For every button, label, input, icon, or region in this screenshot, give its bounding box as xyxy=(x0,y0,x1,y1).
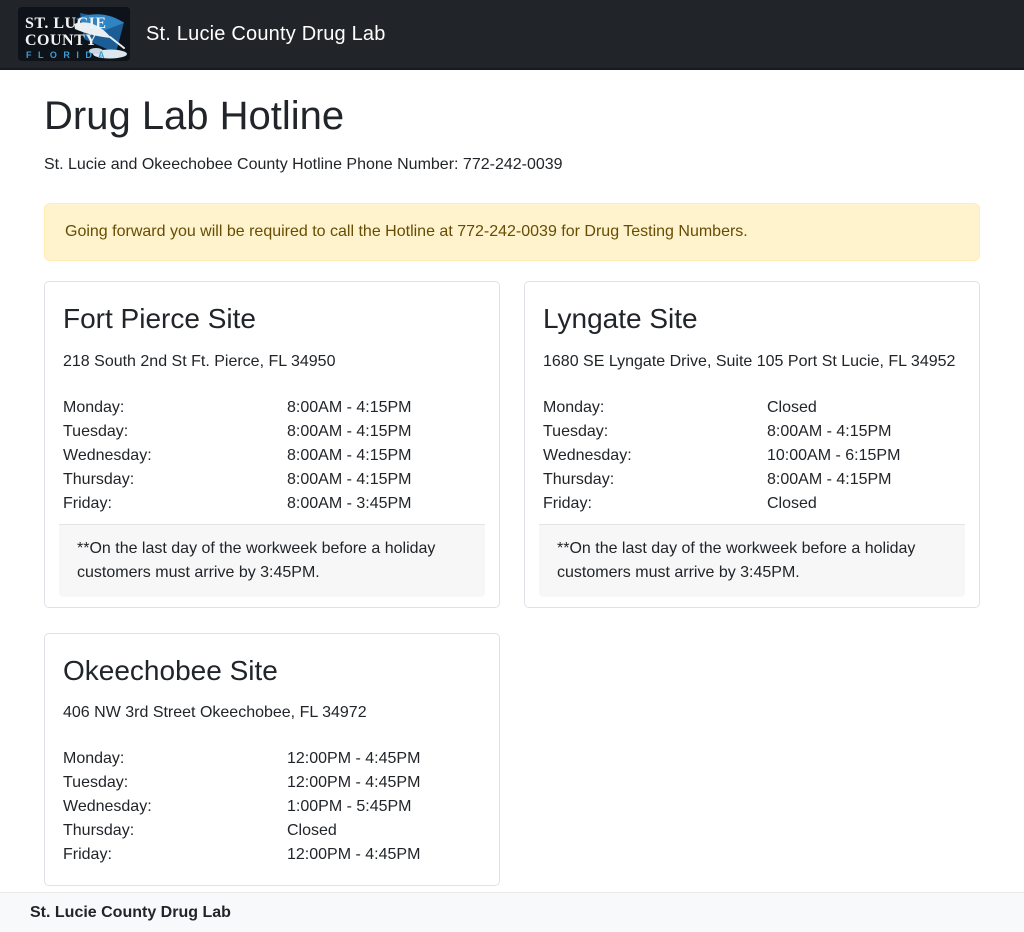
site-title: Okeechobee Site xyxy=(63,654,481,688)
hours-day: Tuesday: xyxy=(63,771,287,795)
hours-time: 12:00PM - 4:45PM xyxy=(287,843,481,867)
hours-day: Friday: xyxy=(63,843,287,867)
hours-day: Thursday: xyxy=(63,468,287,492)
site-cards-grid: Fort Pierce Site 218 South 2nd St Ft. Pi… xyxy=(44,281,980,886)
site-title: Lyngate Site xyxy=(543,302,961,336)
hours-day: Thursday: xyxy=(63,819,287,843)
hours-row: Friday: Closed xyxy=(543,492,961,516)
logo-text-line1: St. Lucie xyxy=(25,15,107,32)
page-title: Drug Lab Hotline xyxy=(44,92,980,140)
holiday-note: **On the last day of the workweek before… xyxy=(59,524,485,597)
navbar-brand-link[interactable]: St. Lucie County F L O R I D A St. Lucie… xyxy=(18,7,386,61)
site-address: 218 South 2nd St Ft. Pierce, FL 34950 xyxy=(63,350,481,374)
hours-time: Closed xyxy=(767,492,961,516)
holiday-note: **On the last day of the workweek before… xyxy=(539,524,965,597)
main-content: Drug Lab Hotline St. Lucie and Okeechobe… xyxy=(0,70,1024,892)
hours-day: Friday: xyxy=(63,492,287,516)
hours-table: Monday: 12:00PM - 4:45PM Tuesday: 12:00P… xyxy=(63,747,481,867)
county-logo: St. Lucie County F L O R I D A xyxy=(18,7,130,61)
hours-row: Monday: Closed xyxy=(543,396,961,420)
hours-row: Monday: 12:00PM - 4:45PM xyxy=(63,747,481,771)
logo-text-line3: F L O R I D A xyxy=(26,50,107,60)
app-header: St. Lucie County F L O R I D A St. Lucie… xyxy=(0,0,1024,70)
page-footer: St. Lucie County Drug Lab xyxy=(0,892,1024,932)
hours-time: 8:00AM - 4:15PM xyxy=(767,420,961,444)
hours-row: Wednesday: 1:00PM - 5:45PM xyxy=(63,795,481,819)
hours-table: Monday: 8:00AM - 4:15PM Tuesday: 8:00AM … xyxy=(63,396,481,516)
logo-text-line2: County xyxy=(25,32,97,49)
site-card-fort-pierce: Fort Pierce Site 218 South 2nd St Ft. Pi… xyxy=(44,281,500,608)
hours-time: 10:00AM - 6:15PM xyxy=(767,444,961,468)
site-title: Fort Pierce Site xyxy=(63,302,481,336)
hotline-phone-subtitle: St. Lucie and Okeechobee County Hotline … xyxy=(44,153,980,177)
hours-day: Friday: xyxy=(543,492,767,516)
hours-time: 12:00PM - 4:45PM xyxy=(287,771,481,795)
hours-day: Thursday: xyxy=(543,468,767,492)
hours-day: Tuesday: xyxy=(63,420,287,444)
hours-row: Thursday: Closed xyxy=(63,819,481,843)
hours-time: 1:00PM - 5:45PM xyxy=(287,795,481,819)
hours-day: Wednesday: xyxy=(63,444,287,468)
site-address: 1680 SE Lyngate Drive, Suite 105 Port St… xyxy=(543,350,961,374)
hours-row: Tuesday: 12:00PM - 4:45PM xyxy=(63,771,481,795)
hours-row: Friday: 12:00PM - 4:45PM xyxy=(63,843,481,867)
hours-time: 8:00AM - 4:15PM xyxy=(287,396,481,420)
hours-row: Thursday: 8:00AM - 4:15PM xyxy=(543,468,961,492)
hours-row: Tuesday: 8:00AM - 4:15PM xyxy=(543,420,961,444)
navbar-brand-title[interactable]: St. Lucie County Drug Lab xyxy=(146,23,386,46)
hotline-warning-alert: Going forward you will be required to ca… xyxy=(44,203,980,261)
hours-day: Tuesday: xyxy=(543,420,767,444)
hours-day: Monday: xyxy=(63,747,287,771)
hours-time: 8:00AM - 4:15PM xyxy=(767,468,961,492)
hours-time: 8:00AM - 3:45PM xyxy=(287,492,481,516)
hours-time: 12:00PM - 4:45PM xyxy=(287,747,481,771)
hours-day: Wednesday: xyxy=(543,444,767,468)
hours-row: Thursday: 8:00AM - 4:15PM xyxy=(63,468,481,492)
hours-time: 8:00AM - 4:15PM xyxy=(287,444,481,468)
hours-row: Friday: 8:00AM - 3:45PM xyxy=(63,492,481,516)
site-address: 406 NW 3rd Street Okeechobee, FL 34972 xyxy=(63,701,481,725)
hours-time: Closed xyxy=(767,396,961,420)
hours-row: Tuesday: 8:00AM - 4:15PM xyxy=(63,420,481,444)
hours-row: Monday: 8:00AM - 4:15PM xyxy=(63,396,481,420)
hours-row: Wednesday: 10:00AM - 6:15PM xyxy=(543,444,961,468)
hours-day: Monday: xyxy=(543,396,767,420)
site-card-okeechobee: Okeechobee Site 406 NW 3rd Street Okeech… xyxy=(44,633,500,887)
footer-text: St. Lucie County Drug Lab xyxy=(30,904,231,922)
hours-day: Monday: xyxy=(63,396,287,420)
hours-row: Wednesday: 8:00AM - 4:15PM xyxy=(63,444,481,468)
site-card-lyngate: Lyngate Site 1680 SE Lyngate Drive, Suit… xyxy=(524,281,980,608)
hours-time: 8:00AM - 4:15PM xyxy=(287,468,481,492)
hotline-warning-text: Going forward you will be required to ca… xyxy=(65,223,748,240)
hours-time: 8:00AM - 4:15PM xyxy=(287,420,481,444)
hours-day: Wednesday: xyxy=(63,795,287,819)
hours-table: Monday: Closed Tuesday: 8:00AM - 4:15PM … xyxy=(543,396,961,516)
hours-time: Closed xyxy=(287,819,481,843)
